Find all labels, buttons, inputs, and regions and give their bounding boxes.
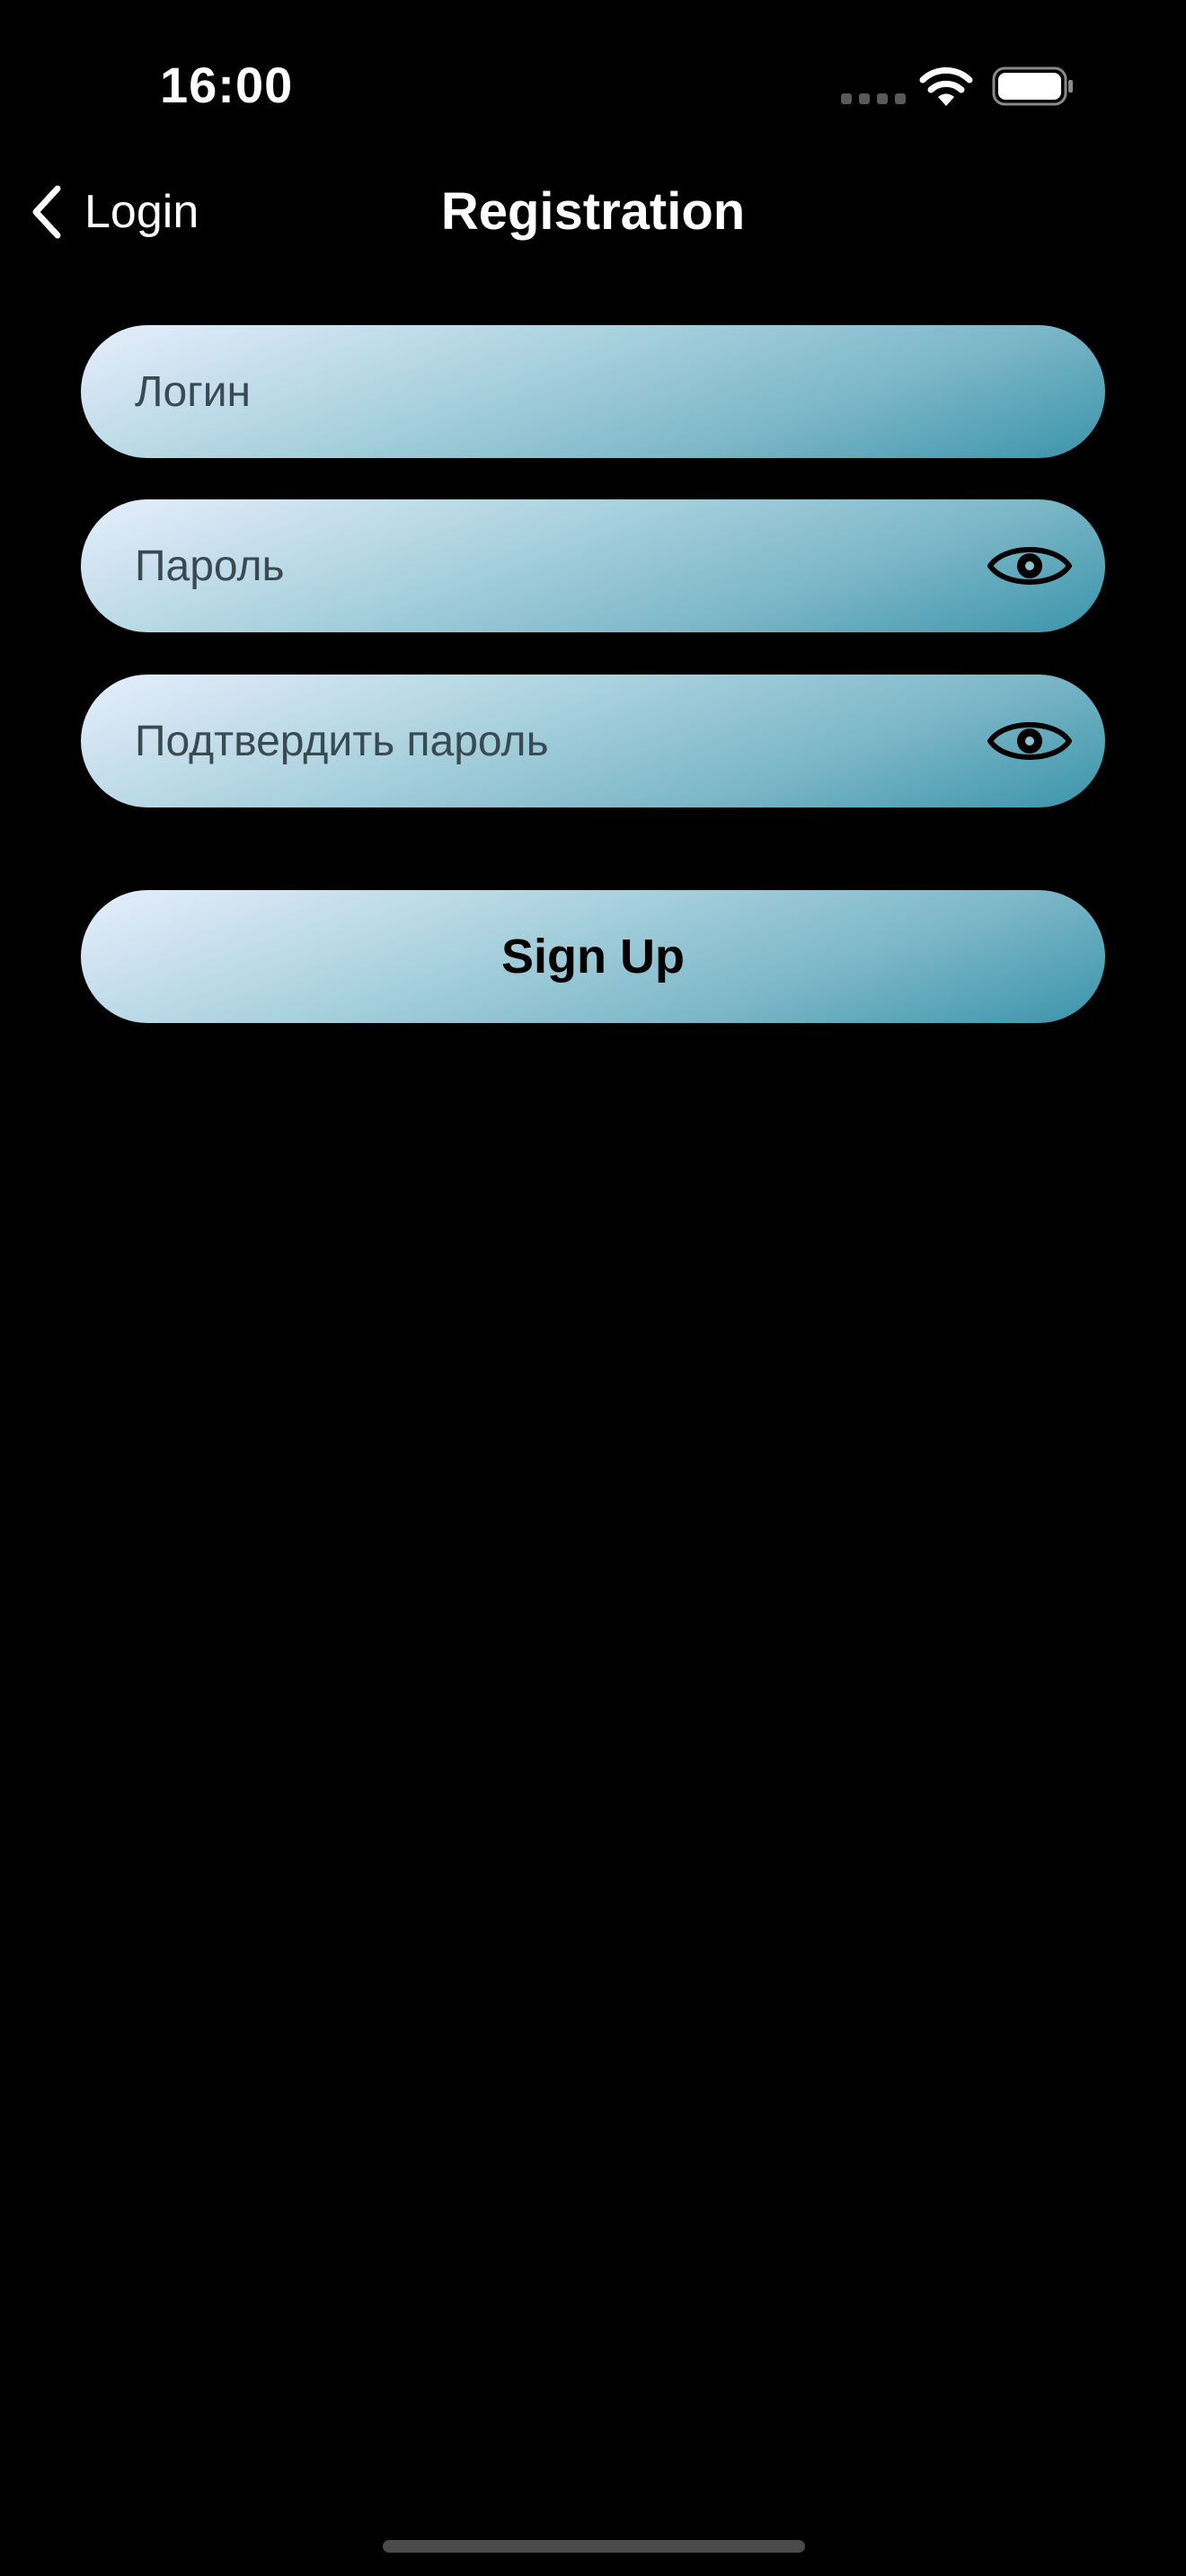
status-time: 16:00 [160, 57, 294, 113]
back-button-label: Login [84, 186, 199, 238]
home-indicator[interactable] [383, 2540, 805, 2553]
password-field[interactable]: Пароль [81, 499, 1105, 632]
eye-icon[interactable] [987, 714, 1073, 768]
confirm-password-field[interactable]: Подтвердить пароль [81, 675, 1105, 807]
login-field[interactable]: Логин [81, 325, 1105, 458]
confirm-password-placeholder: Подтвердить пароль [135, 717, 549, 765]
wifi-icon [919, 66, 973, 106]
chevron-left-icon [32, 185, 61, 239]
battery-icon [992, 66, 1073, 106]
registration-screen: 16:00 Registration Login Логин Пароль По… [0, 0, 1186, 2576]
login-placeholder: Логин [135, 367, 252, 416]
sign-up-button-label: Sign Up [501, 930, 685, 984]
sign-up-button[interactable]: Sign Up [81, 890, 1105, 1023]
eye-icon[interactable] [987, 539, 1073, 593]
cellular-signal-icon [841, 93, 906, 104]
password-placeholder: Пароль [135, 542, 285, 590]
back-button[interactable]: Login [27, 176, 199, 248]
